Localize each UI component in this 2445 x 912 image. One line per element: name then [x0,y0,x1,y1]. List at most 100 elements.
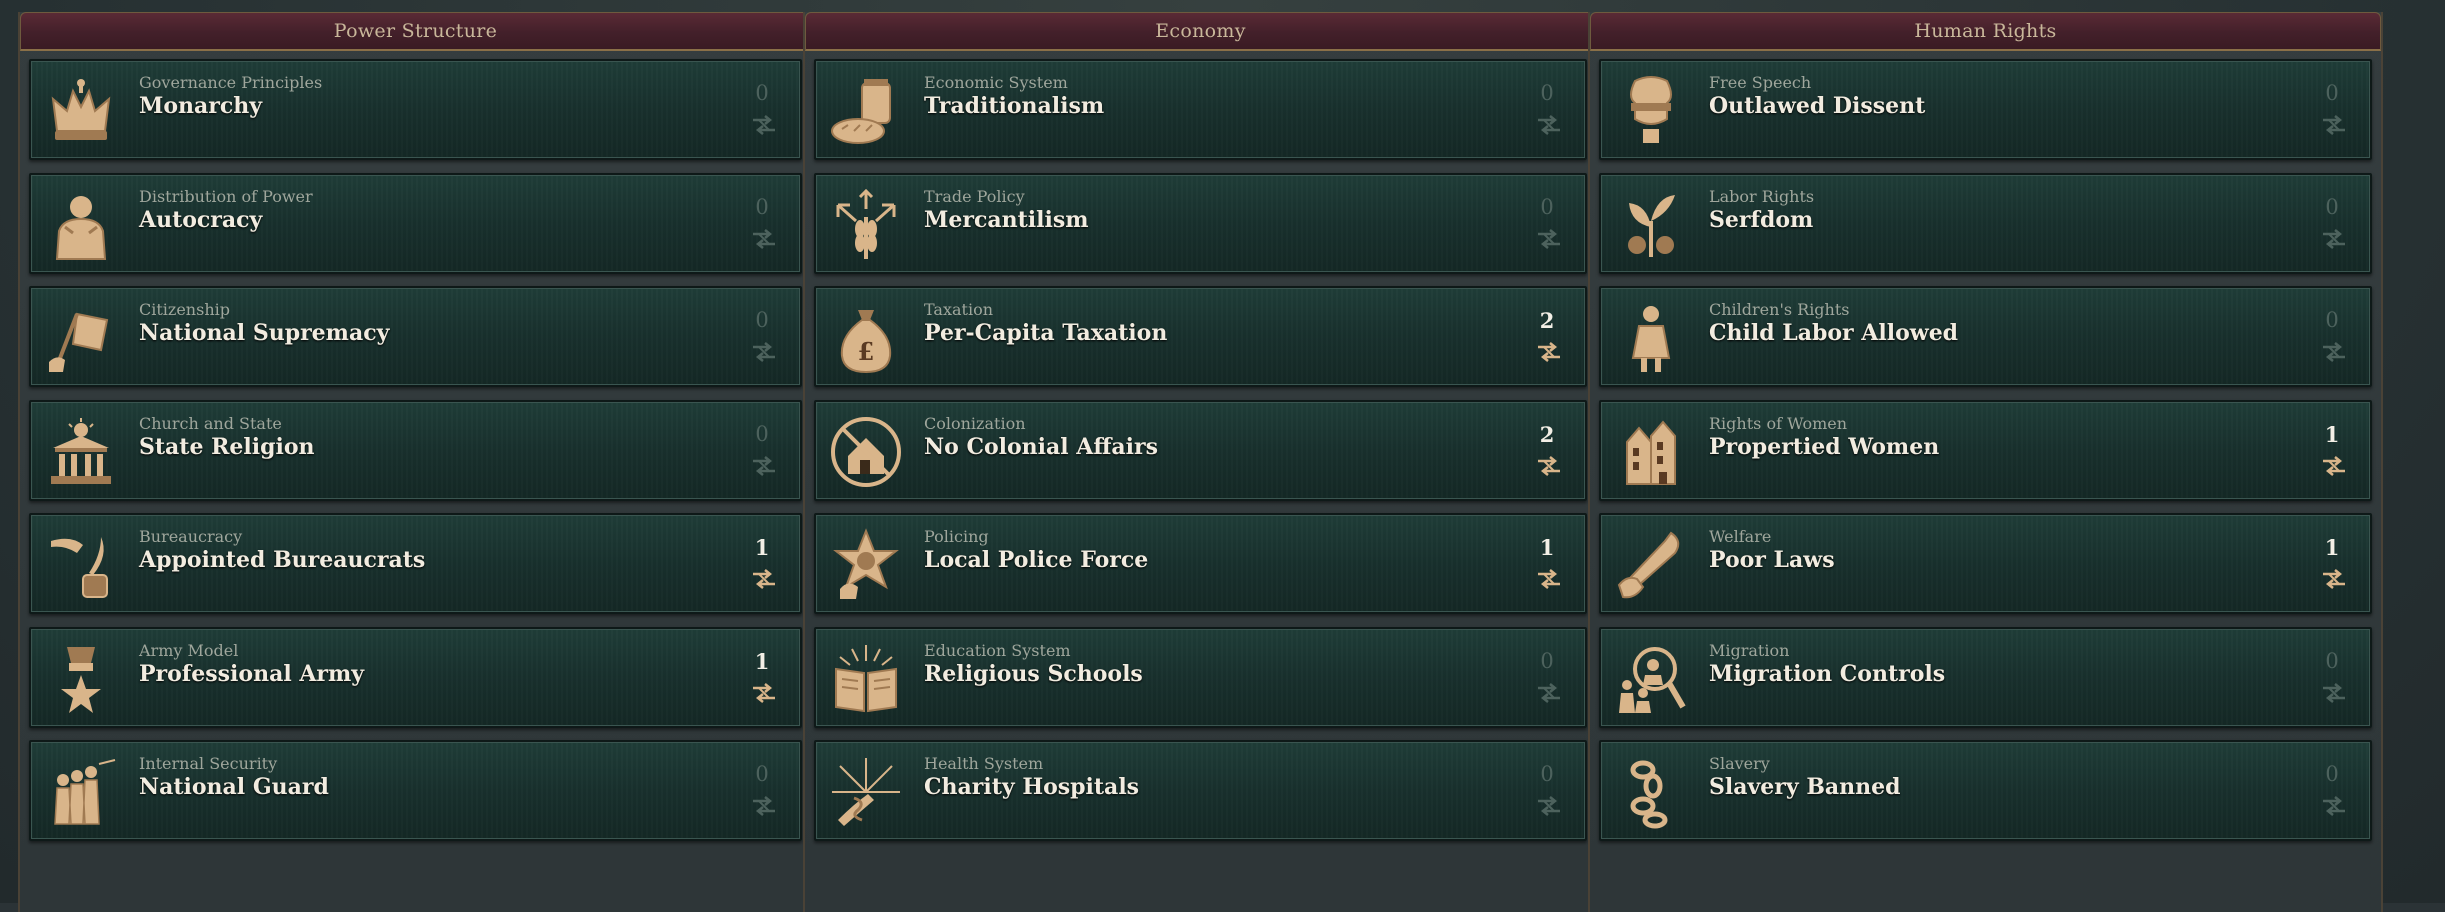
law-alternatives-count: 0 [2325,648,2339,673]
law-name-label: Mercantilism [924,206,1089,233]
swap-law-icon[interactable] [2320,794,2348,818]
law-name-label: Traditionalism [924,93,1105,119]
swap-law-icon[interactable] [1535,794,1563,818]
swap-law-icon[interactable] [2320,227,2348,251]
swap-law-icon[interactable] [750,227,778,251]
column-header-title: Human Rights [1590,12,2381,51]
law-alternatives-count: 0 [755,81,769,105]
law-name-label: Charity Hospitals [924,774,1140,800]
law-alternatives-count: 0 [2325,762,2339,786]
law-card-migration[interactable]: Migration Migration Controls 0 [1599,626,2372,728]
law-name-label: Per-Capita Taxation [924,320,1168,346]
law-name-label: Appointed Bureaucrats [139,547,426,573]
swap-law-icon[interactable] [750,454,778,478]
money-bag-icon: £ [828,300,904,376]
crown-icon [43,73,119,149]
law-category-label: Bureaucracy [139,527,243,546]
autocrat-bust-icon [43,187,119,263]
swap-law-icon[interactable] [750,113,778,137]
law-card-internal-security[interactable]: Internal Security National Guard 0 [29,740,802,841]
law-card-trade-policy[interactable]: Trade Policy Mercantilism 0 [814,172,1587,274]
swap-law-icon[interactable] [750,681,778,705]
law-alternatives-count: 1 [2324,535,2340,560]
law-category-label: Education System [924,640,1071,660]
law-name-label: National Guard [139,774,329,800]
bread-jar-icon [828,73,904,149]
raised-flag-icon [43,300,119,376]
law-column-power-structure: Power Structure Governance Principles Mona… [18,12,813,912]
swap-law-icon[interactable] [1535,113,1563,137]
swap-law-icon[interactable] [2320,340,2348,364]
law-card-rights-of-women[interactable]: Rights of Women Propertied Women 1 [1599,399,2372,501]
law-column-economy: Economy Economic System Traditionalism 0 Tra… [803,12,1598,912]
magnifier-crowd-icon [1613,641,1689,717]
law-card-distribution-of-power[interactable]: Distribution of Power Autocracy 0 [29,172,802,274]
law-name-label: Local Police Force [924,547,1149,573]
swap-law-icon[interactable] [1535,567,1563,591]
temple-icon [43,414,119,490]
law-name-label: Autocracy [139,206,263,233]
law-card-church-and-state[interactable]: Church and State State Religion 0 [29,399,802,501]
law-card-policing[interactable]: Policing Local Police Force 1 [814,513,1587,614]
law-category-label: Governance Principles [139,73,323,92]
swap-law-icon[interactable] [2320,454,2348,478]
swap-law-icon[interactable] [2320,681,2348,705]
law-category-label: Citizenship [139,300,230,319]
swap-law-icon[interactable] [1535,340,1563,364]
law-category-label: Welfare [1709,527,1772,546]
law-category-label: Church and State [139,413,282,433]
swap-law-icon[interactable] [1535,681,1563,705]
law-category-label: Slavery [1709,754,1770,773]
law-name-label: Slavery Banned [1709,774,1901,800]
law-card-children-s-rights[interactable]: Children's Rights Child Labor Allowed 0 [1599,286,2372,387]
column-header-title: Economy [805,12,1596,51]
law-name-label: State Religion [139,433,315,460]
law-alternatives-count: 1 [1539,535,1555,560]
law-card-education-system[interactable]: Education System Religious Schools 0 [814,626,1587,728]
law-card-economic-system[interactable]: Economic System Traditionalism 0 [814,59,1587,160]
law-alternatives-count: 0 [755,194,769,219]
law-card-free-speech[interactable]: Free Speech Outlawed Dissent 0 [1599,59,2372,160]
law-card-governance-principles[interactable]: Governance Principles Monarchy 0 [29,59,802,160]
law-name-label: Serfdom [1709,206,1814,233]
law-category-label: Migration [1709,640,1790,660]
law-category-label: Health System [924,754,1044,773]
caduceus-burst-icon [828,754,904,830]
swap-law-icon[interactable] [2320,567,2348,591]
law-alternatives-count: 0 [755,308,769,332]
law-name-label: Monarchy [139,93,263,119]
swap-law-icon[interactable] [750,567,778,591]
law-name-label: Child Labor Allowed [1709,320,1959,346]
law-card-health-system[interactable]: Health System Charity Hospitals 0 [814,740,1587,841]
law-card-army-model[interactable]: Army Model Professional Army 1 [29,626,802,728]
svg-text:£: £ [858,337,875,366]
plant-sprout-icon [1613,187,1689,263]
law-card-citizenship[interactable]: Citizenship National Supremacy 0 [29,286,802,387]
law-name-label: National Supremacy [139,320,390,346]
law-category-label: Rights of Women [1709,413,1848,433]
law-category-label: Children's Rights [1709,300,1850,319]
swap-law-icon[interactable] [1535,454,1563,478]
law-alternatives-count: 0 [2325,308,2339,332]
law-alternatives-count: 0 [2325,194,2339,219]
law-card-welfare[interactable]: Welfare Poor Laws 1 [1599,513,2372,614]
column-header-title: Power Structure [20,12,811,51]
law-category-label: Trade Policy [924,186,1025,206]
gagged-head-icon [1613,73,1689,149]
law-category-label: Policing [924,527,989,546]
law-card-slavery[interactable]: Slavery Slavery Banned 0 [1599,740,2372,841]
townhouse-icon [1613,414,1689,490]
open-book-icon [828,641,904,717]
law-alternatives-count: 2 [1539,421,1555,447]
law-card-bureaucracy[interactable]: Bureaucracy Appointed Bureaucrats 1 [29,513,802,614]
law-name-label: Poor Laws [1709,547,1835,573]
law-category-label: Free Speech [1709,73,1812,92]
law-card-colonization[interactable]: Colonization No Colonial Affairs 2 [814,399,1587,501]
swap-law-icon[interactable] [750,340,778,364]
law-card-taxation[interactable]: £ Taxation Per-Capita Taxation 2 [814,286,1587,387]
swap-law-icon[interactable] [750,794,778,818]
swap-law-icon[interactable] [1535,227,1563,251]
law-card-labor-rights[interactable]: Labor Rights Serfdom 0 [1599,172,2372,274]
swap-law-icon[interactable] [2320,113,2348,137]
law-column-human-rights: Human Rights Free Speech Outlawed Dissent 0… [1588,12,2383,912]
